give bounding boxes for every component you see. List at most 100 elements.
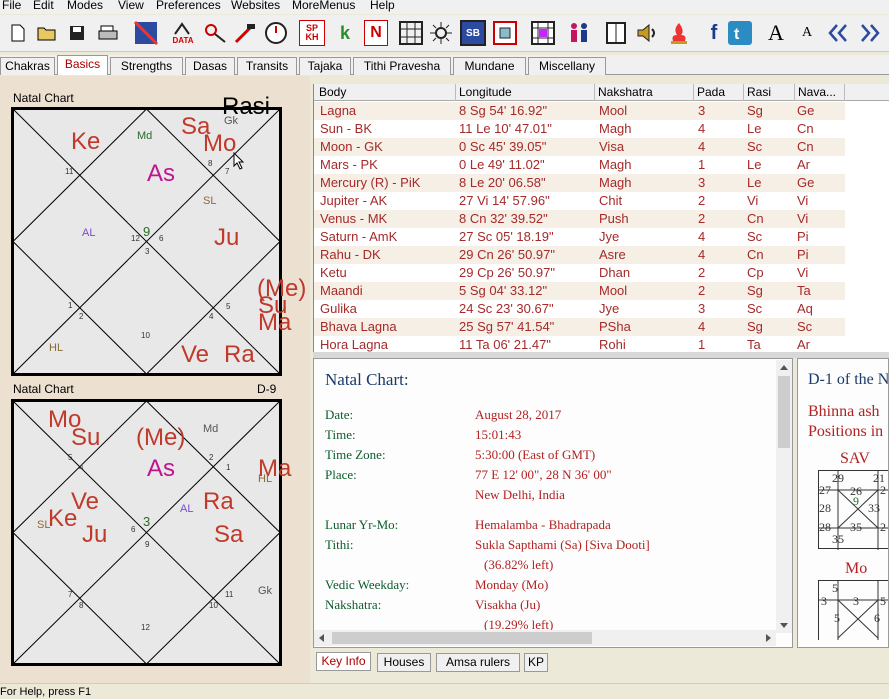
menu-websites[interactable]: Websites (231, 0, 280, 12)
table-row[interactable]: Lagna8 Sg 54' 16.92"Mool3SgGe (314, 102, 845, 120)
planet-positions-table[interactable]: Body Longitude Nakshatra Pada Rasi Nava.… (313, 84, 889, 352)
table-cell: 8 Sg 54' 16.92" (459, 103, 547, 118)
sp-kh-icon[interactable]: SP KH (299, 20, 325, 46)
table-cell: Cn (797, 121, 814, 136)
table-cell: Chit (599, 193, 622, 208)
chart-wizard-icon[interactable] (133, 20, 159, 46)
sun-icon[interactable] (428, 20, 454, 46)
table-header: Body Longitude Nakshatra Pada Rasi Nava.… (314, 84, 889, 101)
column-body[interactable]: Body (316, 84, 456, 101)
tab-mundane[interactable]: Mundane (453, 57, 526, 75)
d9-planet-ke: Ke (48, 507, 77, 531)
table-cell: Magh (599, 121, 632, 136)
n-icon[interactable]: N (364, 20, 388, 46)
book-icon[interactable] (603, 20, 629, 46)
print-icon[interactable] (97, 20, 119, 46)
tab-miscellany[interactable]: Miscellany (528, 57, 606, 75)
rasi-hl: HL (49, 342, 63, 354)
menu-help[interactable]: Help (370, 0, 395, 12)
tab-transits[interactable]: Transits (237, 57, 297, 75)
back-arrows-icon[interactable] (826, 20, 850, 46)
sav-val: 35 (832, 532, 844, 547)
k-icon[interactable]: k (333, 20, 357, 46)
sav-val: 2 (880, 483, 886, 498)
menu-file[interactable]: File (2, 0, 21, 12)
tab-houses[interactable]: Houses (377, 653, 431, 672)
menu-modes[interactable]: Modes (67, 0, 103, 12)
sb-icon[interactable]: SB (460, 20, 486, 46)
table-row[interactable]: Moon - GK0 Sc 45' 39.05"Visa4ScCn (314, 138, 845, 156)
fire-icon[interactable] (666, 20, 692, 46)
table-cell: 2 (698, 193, 705, 208)
table-cell: 1 (698, 157, 705, 172)
info-value: Sukla Sapthami (Sa) [Siva Dooti] (475, 537, 650, 553)
d9-planet-su: Su (71, 426, 100, 450)
table-row[interactable]: Saturn - AmK27 Sc 05' 18.19"Jye4ScPi (314, 228, 845, 246)
table-cell: PSha (599, 319, 631, 334)
d1-title: D-1 of the N (808, 371, 889, 389)
menu-preferences[interactable]: Preferences (156, 0, 221, 12)
column-rasi[interactable]: Rasi (744, 84, 795, 101)
sav-val: 28 (819, 520, 831, 535)
south-chart-icon[interactable] (530, 20, 556, 46)
tab-basics[interactable]: Basics (57, 55, 108, 75)
menu-view[interactable]: View (118, 0, 144, 12)
column-nakshatra[interactable]: Nakshatra (595, 84, 694, 101)
table-row[interactable]: Bhava Lagna25 Sg 57' 41.54"PSha4SgSc (314, 318, 845, 336)
menu-edit[interactable]: Edit (33, 0, 54, 12)
tab-key-info[interactable]: Key Info (316, 652, 371, 671)
clock-icon[interactable] (263, 20, 289, 46)
column-longitude[interactable]: Longitude (456, 84, 595, 101)
transit-tools-icon[interactable] (202, 20, 228, 46)
open-folder-icon[interactable] (36, 20, 58, 46)
status-bar: For Help, press F1 (0, 683, 889, 696)
table-row[interactable]: Ketu29 Cp 26' 50.97"Dhan2CpVi (314, 264, 845, 282)
table-cell: 27 Vi 14' 57.96" (459, 193, 550, 208)
table-cell: Le (747, 121, 761, 136)
new-file-icon[interactable] (8, 20, 28, 46)
table-row[interactable]: Jupiter - AK27 Vi 14' 57.96"Chit2ViVi (314, 192, 845, 210)
tab-strengths[interactable]: Strengths (110, 57, 183, 75)
mo-label: Mo (845, 560, 867, 578)
table-row[interactable]: Mars - PK0 Le 49' 11.02"Magh1LeAr (314, 156, 845, 174)
tab-tajaka[interactable]: Tajaka (299, 57, 351, 75)
tab-dasas[interactable]: Dasas (185, 57, 235, 75)
decrease-font-icon[interactable]: A (798, 20, 816, 46)
table-cell: 4 (698, 247, 705, 262)
rasi-chart[interactable]: Rasi Ke Sa Mo As Ju (Me) Su Ma Ve Ra Md … (11, 107, 282, 376)
column-pada[interactable]: Pada (694, 84, 744, 101)
d9-house-4: 4 (79, 463, 83, 472)
tab-amsa-rulers[interactable]: Amsa rulers (436, 653, 520, 672)
speaker-icon[interactable] (634, 20, 660, 46)
rasi-house-10: 10 (141, 331, 150, 340)
tab-chakras[interactable]: Chakras (0, 57, 55, 75)
forward-arrows-icon[interactable] (858, 20, 882, 46)
column-navamsa[interactable]: Nava... (795, 84, 845, 101)
table-row[interactable]: Sun - BK11 Le 10' 47.01"Magh4LeCn (314, 120, 845, 138)
twitter-icon[interactable]: t (728, 20, 752, 46)
menu-moremenus[interactable]: MoreMenus (292, 0, 355, 12)
save-icon[interactable] (66, 20, 88, 46)
data-icon[interactable]: DATA (170, 20, 196, 46)
family-icon[interactable] (566, 20, 592, 46)
tab-tithi-pravesha[interactable]: Tithi Pravesha (353, 57, 451, 75)
rasi-house-3: 3 (145, 247, 149, 256)
square-chart-icon[interactable] (492, 20, 518, 46)
info-horizontal-scrollbar[interactable] (314, 630, 776, 646)
grid-chart-icon[interactable] (398, 20, 424, 46)
navamsa-chart[interactable]: Mo Su (Me) As Ma Ve Ke Ju Ra Sa Md HL SL… (11, 399, 282, 666)
tab-kp[interactable]: KP (524, 653, 548, 672)
hammer-icon[interactable] (232, 20, 258, 46)
table-row[interactable]: Hora Lagna11 Ta 06' 21.47"Rohi1TaAr (314, 336, 845, 352)
table-row[interactable]: Venus - MK8 Cn 32' 39.52"Push2CnVi (314, 210, 845, 228)
info-value: Monday (Mo) (475, 577, 548, 593)
info-vertical-scrollbar[interactable] (776, 360, 792, 633)
table-row[interactable]: Maandi5 Sg 04' 33.12"Mool2SgTa (314, 282, 845, 300)
table-cell: Gulika (320, 301, 357, 316)
increase-font-icon[interactable]: A (765, 20, 787, 46)
table-row[interactable]: Rahu - DK29 Cn 26' 50.97"Asre4CnPi (314, 246, 845, 264)
table-row[interactable]: Gulika24 Sc 23' 30.67"Jye3ScAq (314, 300, 845, 318)
facebook-icon[interactable]: f (705, 20, 723, 46)
d9-al: AL (180, 503, 193, 515)
table-row[interactable]: Mercury (R) - PiK8 Le 20' 06.58"Magh3LeG… (314, 174, 845, 192)
